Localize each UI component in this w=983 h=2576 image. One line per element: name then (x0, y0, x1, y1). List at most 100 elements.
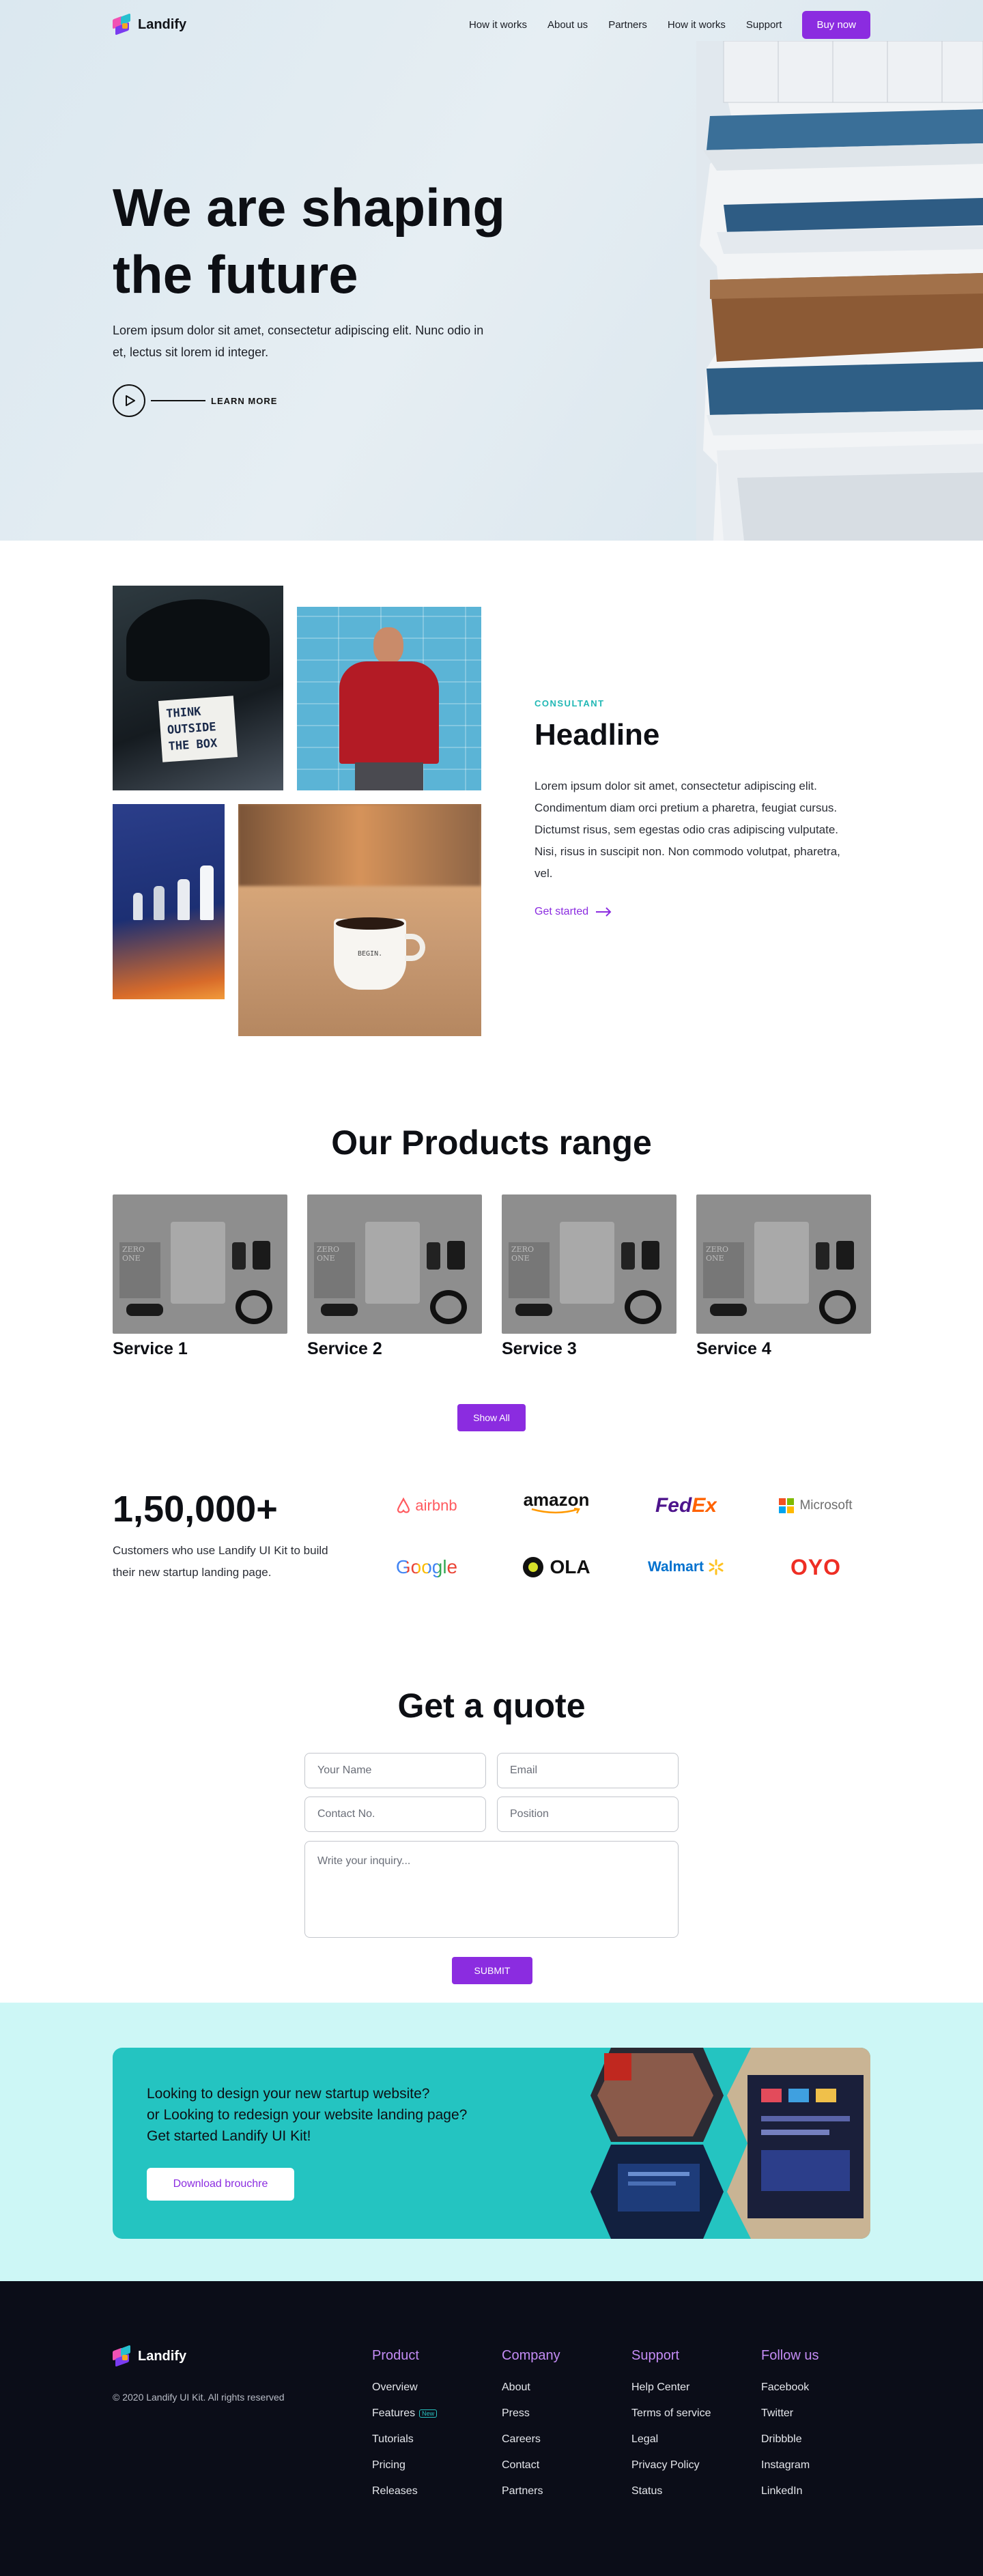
product-name[interactable]: Service 2 (307, 1339, 482, 1359)
get-started-label[interactable]: Get started (535, 906, 588, 918)
products-title: Our Products range (331, 1124, 652, 1162)
email-input[interactable] (497, 1753, 679, 1788)
coffee-mug-image: BEGIN. (238, 804, 481, 1036)
footer-link-privacy[interactable]: Privacy Policy (631, 2459, 711, 2474)
feature-headline: Headline (535, 718, 660, 752)
product-book-text: ZERO ONE (703, 1242, 744, 1298)
footer-link-facebook[interactable]: Facebook (761, 2381, 818, 2396)
play-icon[interactable] (113, 384, 145, 417)
copyright: © 2020 Landify UI Kit. All rights reserv… (113, 2392, 285, 2403)
brand-amazon-text: amazon (523, 1489, 590, 1510)
product-book-text: ZERO ONE (509, 1242, 550, 1298)
cta-card: Looking to design your new startup websi… (113, 2048, 870, 2239)
footer-col-title: Product (372, 2348, 419, 2363)
brand-microsoft: Microsoft (761, 1492, 870, 1519)
hero-description: Lorem ipsum dolor sit amet, consectetur … (113, 324, 484, 359)
name-input[interactable] (304, 1753, 486, 1788)
footer-link-linkedin[interactable]: LinkedIn (761, 2485, 818, 2500)
learn-more-line (151, 400, 205, 401)
quote-title: Get a quote (397, 1687, 586, 1725)
footer-col-company: Company About Press Careers Contact Part… (502, 2348, 560, 2511)
product-card-2[interactable]: ZERO ONE Service 2 (307, 1194, 482, 1359)
product-name[interactable]: Service 3 (502, 1339, 676, 1359)
feature-eyebrow: CONSULTANT (535, 698, 605, 709)
product-card-4[interactable]: ZERO ONE Service 4 (696, 1194, 871, 1359)
footer-link-about[interactable]: About (502, 2381, 560, 2396)
product-image: ZERO ONE (502, 1194, 676, 1334)
product-card-3[interactable]: ZERO ONE Service 3 (502, 1194, 676, 1359)
product-book-text: ZERO ONE (314, 1242, 355, 1298)
nav-link-how-it-works-2[interactable]: How it works (668, 19, 726, 31)
footer: Landify © 2020 Landify UI Kit. All right… (0, 2281, 983, 2576)
nav-link-about-us[interactable]: About us (547, 19, 588, 31)
nav-link-support[interactable]: Support (746, 19, 782, 31)
product-name[interactable]: Service 4 (696, 1339, 871, 1359)
footer-link-careers[interactable]: Careers (502, 2433, 560, 2448)
footer-link-partners[interactable]: Partners (502, 2485, 560, 2500)
get-started-link[interactable]: Get started (535, 906, 612, 918)
brand-oyo-text: OYO (790, 1554, 842, 1579)
footer-logo[interactable]: Landify (113, 2345, 187, 2367)
footer-link-features-label[interactable]: Features (372, 2407, 415, 2419)
footer-link-overview[interactable]: Overview (372, 2381, 437, 2396)
landify-logo-icon (113, 13, 132, 35)
learn-more-label[interactable]: LEARN MORE (211, 396, 277, 406)
customer-description: Customers who use Landify UI Kit to buil… (113, 1544, 328, 1579)
happy-man-image (297, 607, 481, 790)
cta-line2: or Looking to redesign your website land… (147, 2107, 468, 2123)
product-name[interactable]: Service 1 (113, 1339, 287, 1359)
footer-link-status[interactable]: Status (631, 2485, 711, 2500)
inquiry-textarea[interactable] (304, 1841, 679, 1938)
footer-link-twitter[interactable]: Twitter (761, 2407, 818, 2422)
footer-link-legal[interactable]: Legal (631, 2433, 711, 2448)
footer-col-follow: Follow us Facebook Twitter Dribbble Inst… (761, 2348, 818, 2511)
airbnb-logo-icon (397, 1498, 410, 1513)
arrow-right-icon (596, 907, 612, 917)
footer-logo-text: Landify (138, 2348, 187, 2364)
brand-fedex-text: FedEx (655, 1494, 717, 1517)
brand-airbnb: airbnb (372, 1492, 481, 1519)
brand-google-text: Google (395, 1556, 458, 1577)
footer-link-help-center[interactable]: Help Center (631, 2381, 711, 2396)
cta-line1: Looking to design your new startup websi… (147, 2086, 430, 2102)
brand-fedex: FedEx (631, 1492, 741, 1519)
brand-ola: OLA (502, 1554, 611, 1581)
logo[interactable]: Landify (113, 13, 187, 35)
hero-title-line2: the future (113, 244, 358, 304)
amazon-smile-icon (531, 1508, 580, 1514)
contact-input[interactable] (304, 1797, 486, 1832)
product-book-text: ZERO ONE (119, 1242, 160, 1298)
chess-image (113, 804, 225, 999)
product-card-1[interactable]: ZERO ONE Service 1 (113, 1194, 287, 1359)
submit-button[interactable]: SUBMIT (452, 1957, 532, 1984)
footer-link-pricing[interactable]: Pricing (372, 2459, 437, 2474)
hero-title-line1: We are shaping (113, 177, 506, 238)
footer-link-features[interactable]: Features New (372, 2407, 438, 2422)
page: We are shaping the future Lorem ipsum do… (0, 0, 983, 2576)
brand-oyo: OYO (761, 1554, 870, 1581)
download-brochure-button[interactable]: Download brouchre (147, 2168, 294, 2201)
feature-body: Lorem ipsum dolor sit amet, consectetur … (535, 779, 840, 880)
footer-link-releases[interactable]: Releases (372, 2485, 437, 2500)
show-all-button[interactable]: Show All (457, 1404, 526, 1431)
buy-now-button[interactable]: Buy now (802, 11, 870, 39)
footer-link-contact[interactable]: Contact (502, 2459, 560, 2474)
nav-link-partners[interactable]: Partners (608, 19, 647, 31)
footer-link-tutorials[interactable]: Tutorials (372, 2433, 437, 2448)
brand-walmart: Walmart (631, 1554, 741, 1581)
footer-link-terms[interactable]: Terms of service (631, 2407, 711, 2422)
footer-link-instagram[interactable]: Instagram (761, 2459, 818, 2474)
top-nav: Landify How it works About us Partners H… (0, 0, 983, 49)
brand-airbnb-text: airbnb (415, 1497, 457, 1514)
nav-link-how-it-works[interactable]: How it works (469, 19, 527, 31)
learn-more-link[interactable]: LEARN MORE (113, 384, 277, 417)
logo-text: Landify (138, 16, 187, 32)
brand-ola-text: OLA (550, 1556, 590, 1577)
brand-walmart-text: Walmart (647, 1559, 704, 1575)
think-outside-box-image: THINK OUTSIDE THE BOX (113, 586, 283, 790)
product-image: ZERO ONE (696, 1194, 871, 1334)
footer-col-title: Company (502, 2348, 560, 2363)
position-input[interactable] (497, 1797, 679, 1832)
footer-link-press[interactable]: Press (502, 2407, 560, 2422)
footer-link-dribbble[interactable]: Dribbble (761, 2433, 818, 2448)
